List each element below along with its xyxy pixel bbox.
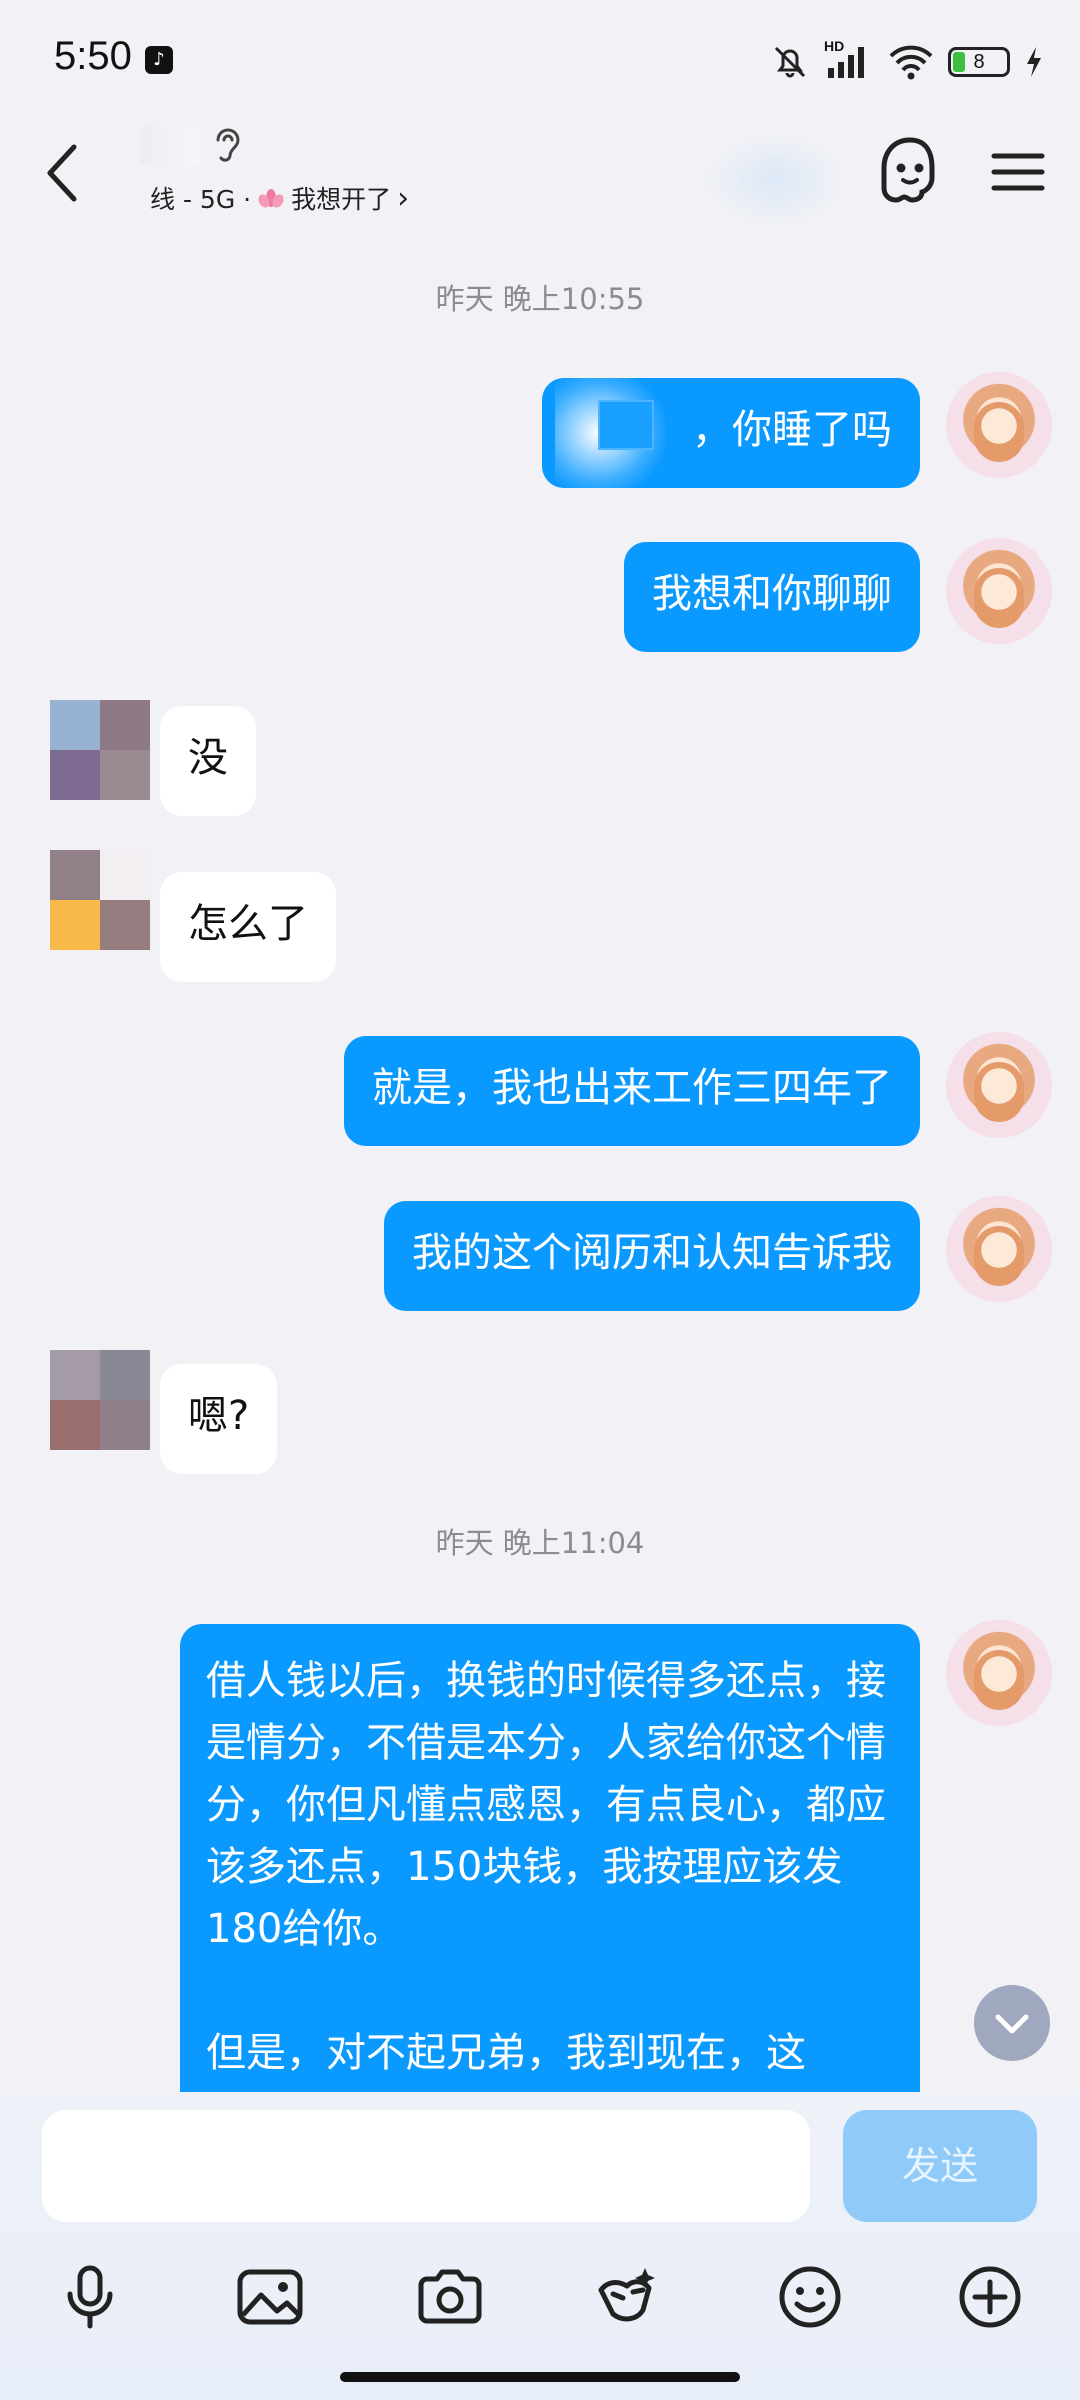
message-bubble-self[interactable]: 借人钱以后，换钱的时候得多还点，接是情分，不借是本分，人家给你这个情分，你但凡懂… xyxy=(180,1624,920,2094)
message-text: 我的这个阅历和认知告诉我 xyxy=(412,1230,892,1276)
message-bubble-other[interactable]: 没 xyxy=(160,706,256,816)
status-time: 5:50 xyxy=(54,34,132,78)
signal-icon: HD xyxy=(824,38,874,82)
avatar-self[interactable] xyxy=(946,1196,1052,1302)
back-button[interactable] xyxy=(30,128,94,218)
avatar-self[interactable] xyxy=(946,1032,1052,1138)
image-icon xyxy=(237,2269,303,2325)
chevron-down-icon xyxy=(995,2014,1029,2034)
message-text: 但是，对不起兄弟，我到现在，这 xyxy=(206,2030,806,2076)
composer-toolbar xyxy=(0,2252,1080,2362)
wifi-icon xyxy=(889,45,933,80)
redacted-area xyxy=(700,130,850,230)
mute-bell-icon xyxy=(774,46,806,78)
status-bar: 5:50 ♪ HD 8 xyxy=(0,0,1080,120)
emoji-button[interactable] xyxy=(765,2252,855,2342)
more-button[interactable] xyxy=(945,2252,1035,2342)
message-text: ，你睡了吗 xyxy=(692,407,892,453)
avatar-self[interactable] xyxy=(946,1620,1052,1726)
chat-header: 线 - 5G · 我想开了 › xyxy=(0,120,1080,230)
status-text: 我想开了 xyxy=(291,185,392,214)
message-bubble-other[interactable]: 嗯? xyxy=(160,1364,278,1474)
message-text: 没 xyxy=(188,735,228,781)
message-bubble-self[interactable]: 就是，我也出来工作三四年了 xyxy=(344,1036,920,1146)
image-button[interactable] xyxy=(225,2252,315,2342)
redacted-block xyxy=(598,400,654,450)
avatar-self[interactable] xyxy=(946,372,1052,478)
back-icon xyxy=(47,144,77,202)
network-status: 线 - 5G · xyxy=(150,185,252,214)
avatar-other[interactable] xyxy=(50,1350,150,1450)
avatar-other[interactable] xyxy=(50,700,150,800)
message-bubble-other[interactable]: 怎么了 xyxy=(160,872,336,982)
emoji-icon xyxy=(779,2266,841,2328)
charging-icon xyxy=(1027,47,1041,77)
ear-icon xyxy=(216,128,240,162)
send-button[interactable]: 发送 xyxy=(843,2110,1037,2222)
message-bubble-self[interactable]: 我的这个阅历和认知告诉我 xyxy=(384,1201,920,1311)
message-text: 怎么了 xyxy=(188,901,308,947)
message-bubble-self[interactable]: 我想和你聊聊 xyxy=(624,542,920,652)
message-text: 我想和你聊聊 xyxy=(652,571,892,617)
status-icons: HD 8 xyxy=(770,38,1044,86)
voice-button[interactable] xyxy=(45,2252,135,2342)
battery-icon: 8 xyxy=(948,47,1010,77)
sticker-button[interactable] xyxy=(583,2252,673,2342)
sticker-icon xyxy=(598,2268,655,2322)
lotus-icon xyxy=(258,189,284,208)
ghost-icon xyxy=(881,137,935,203)
avatar-self[interactable] xyxy=(946,538,1052,644)
home-indicator[interactable] xyxy=(340,2372,740,2382)
menu-button[interactable] xyxy=(984,138,1052,206)
camera-button[interactable] xyxy=(405,2252,495,2342)
camera-icon xyxy=(418,2269,482,2324)
avatar-other[interactable] xyxy=(50,850,150,950)
ghost-button[interactable] xyxy=(870,130,950,210)
mic-icon xyxy=(67,2265,113,2329)
message-text: 借人钱以后，换钱的时候得多还点，接是情分，不借是本分，人家给你这个情分，你但凡懂… xyxy=(206,1658,886,1952)
composer: 发送 xyxy=(0,2092,1080,2400)
message-input[interactable] xyxy=(42,2110,810,2222)
plus-icon xyxy=(959,2266,1021,2328)
message-text: 嗯? xyxy=(188,1393,250,1439)
timestamp: 昨天 晚上10:55 xyxy=(435,282,645,316)
message-text: 就是，我也出来工作三四年了 xyxy=(372,1065,892,1111)
contact-subtitle[interactable]: 线 - 5G · 我想开了 › xyxy=(150,180,409,216)
menu-icon xyxy=(991,153,1045,191)
chevron-right-icon: › xyxy=(397,180,410,216)
scroll-to-bottom-button[interactable] xyxy=(974,1985,1050,2061)
contact-name-redacted[interactable] xyxy=(140,126,200,166)
timestamp: 昨天 晚上11:04 xyxy=(435,1526,645,1560)
tiktok-icon: ♪ xyxy=(145,46,173,74)
